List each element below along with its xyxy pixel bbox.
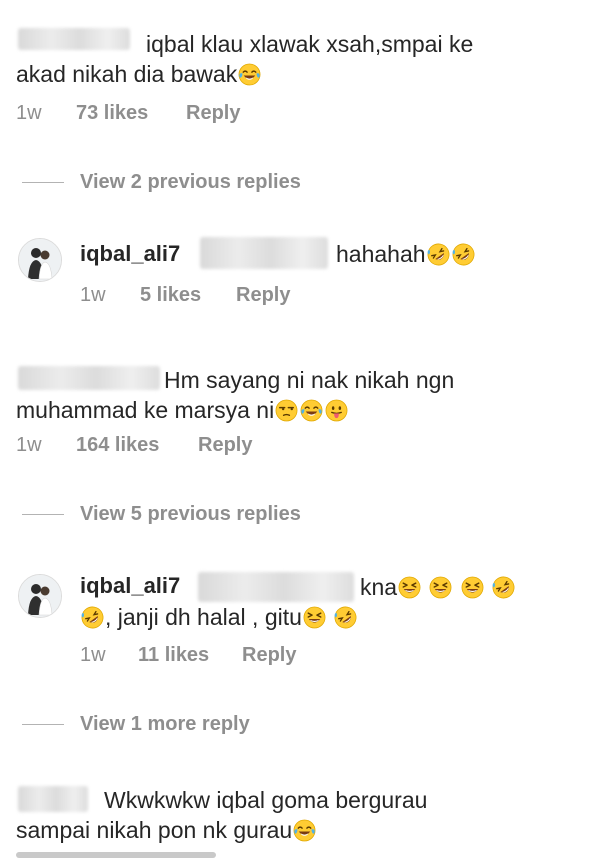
rolling-on-floor-laughing-icon	[427, 243, 450, 266]
grinning-squinting-face-icon	[303, 606, 326, 629]
grinning-squinting-face-icon	[429, 576, 452, 599]
comment-time: 1w	[16, 434, 42, 456]
rolling-on-floor-laughing-icon	[452, 243, 475, 266]
reply-button[interactable]: Reply	[186, 102, 240, 125]
reply-button[interactable]: Reply	[198, 434, 252, 457]
reply-time: 1w	[80, 284, 106, 306]
view-previous-replies-button[interactable]: View 2 previous replies	[80, 171, 301, 194]
mention-blurred[interactable]	[200, 237, 328, 269]
reply-time: 1w	[80, 644, 106, 666]
likes-count[interactable]: 5 likes	[140, 284, 201, 307]
mention-blurred[interactable]	[198, 572, 354, 602]
likes-count[interactable]: 11 likes	[138, 644, 209, 667]
reply-text-line: , janji dh halal , gitu	[80, 601, 358, 633]
cropped-meta-row	[16, 852, 216, 858]
view-previous-replies-button[interactable]: View 5 previous replies	[80, 503, 301, 526]
comment-text-line: Hm sayang ni nak nikah ngn	[164, 367, 455, 393]
rolling-on-floor-laughing-icon	[334, 606, 357, 629]
reply-text: hahahah	[336, 238, 476, 270]
face-with-tears-of-joy-icon	[300, 399, 323, 422]
reply-username[interactable]: iqbal_ali7	[80, 241, 180, 267]
comment-time: 1w	[16, 102, 42, 124]
likes-count[interactable]: 73 likes	[76, 102, 148, 125]
replies-divider	[22, 182, 64, 183]
face-with-tears-of-joy-icon	[293, 819, 316, 842]
unamused-face-icon	[275, 399, 298, 422]
replies-divider	[22, 724, 64, 725]
face-with-tongue-icon	[325, 399, 348, 422]
view-more-replies-button[interactable]: View 1 more reply	[80, 713, 250, 736]
replies-divider	[22, 514, 64, 515]
reply-username[interactable]: iqbal_ali7	[80, 573, 180, 599]
username-blurred[interactable]	[18, 366, 160, 390]
rolling-on-floor-laughing-icon	[81, 606, 104, 629]
grinning-squinting-face-icon	[398, 576, 421, 599]
reply-button[interactable]: Reply	[242, 644, 296, 667]
comment-text-line: muhammad ke marsya ni	[16, 394, 349, 426]
comment-text-line: Wkwkwkw iqbal goma bergurau	[104, 787, 428, 813]
grinning-squinting-face-icon	[461, 576, 484, 599]
avatar[interactable]	[18, 574, 62, 618]
username-blurred[interactable]	[18, 28, 130, 50]
rolling-on-floor-laughing-icon	[492, 576, 515, 599]
reply-text-line: kna	[360, 571, 516, 603]
likes-count[interactable]: 164 likes	[76, 434, 159, 457]
reply-button[interactable]: Reply	[236, 284, 290, 307]
comment-text-line: sampai nikah pon nk gurau	[16, 814, 317, 846]
comment-text-line: akad nikah dia bawak	[16, 58, 262, 90]
comment-text-line: iqbal klau xlawak xsah,smpai ke	[146, 31, 474, 57]
face-with-tears-of-joy-icon	[238, 63, 261, 86]
avatar[interactable]	[18, 238, 62, 282]
username-blurred[interactable]	[18, 786, 88, 812]
